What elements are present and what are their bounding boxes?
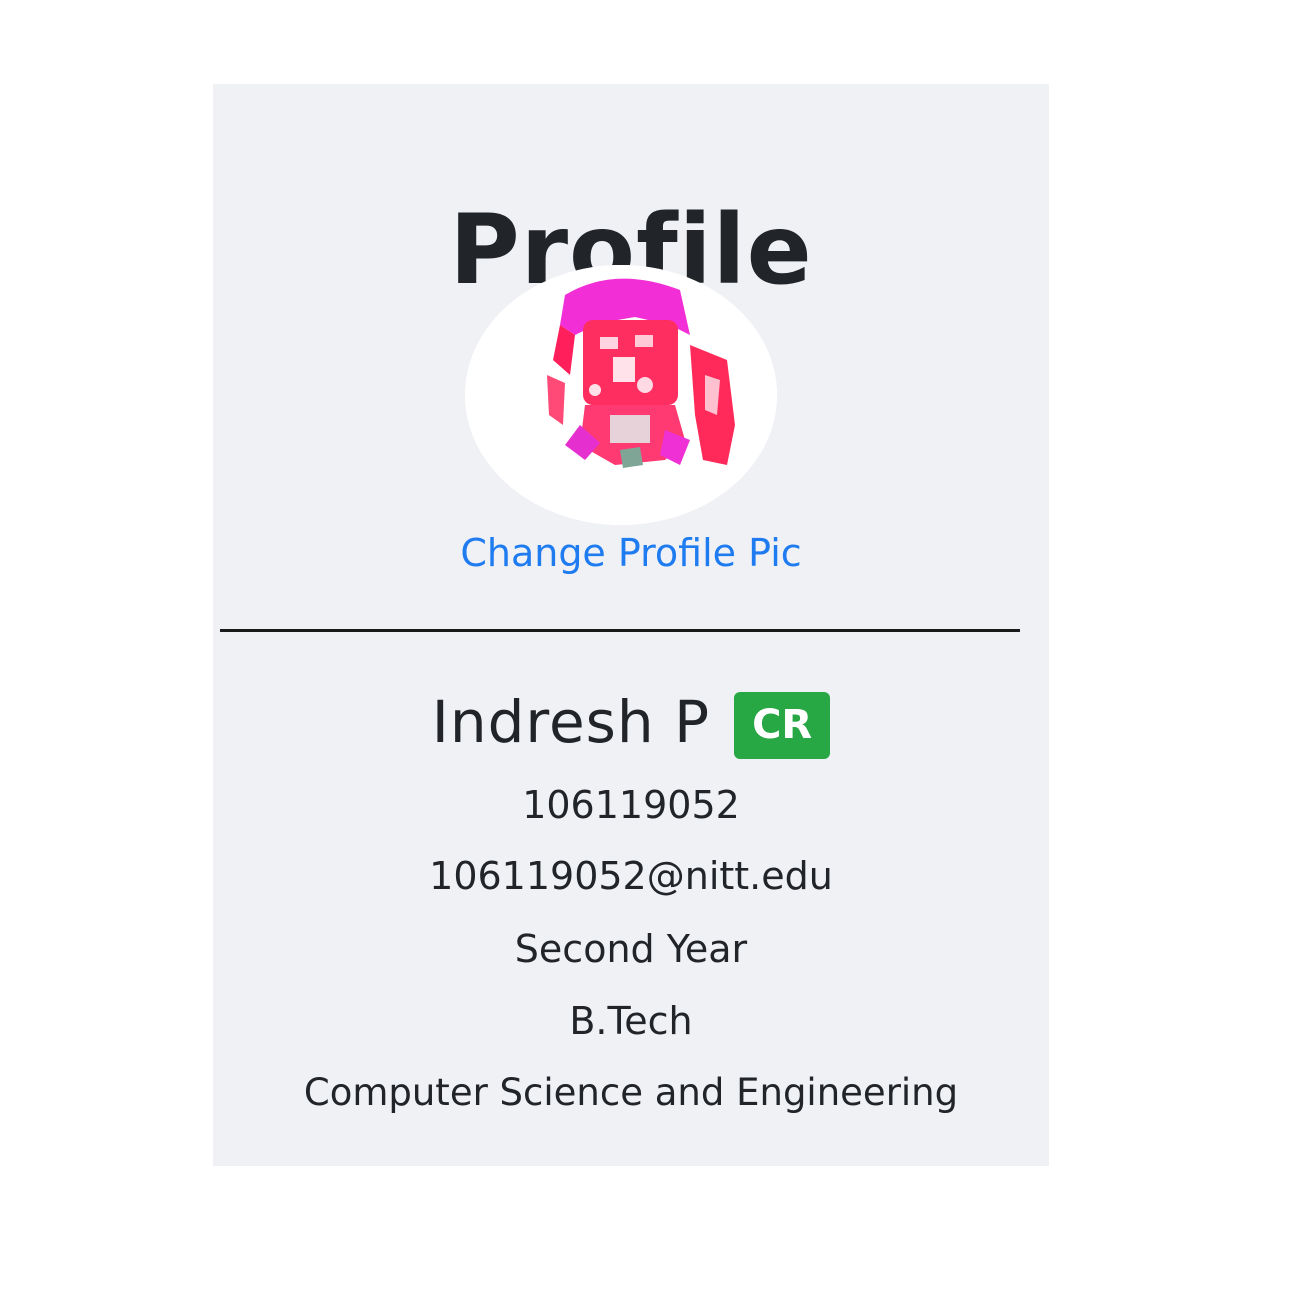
user-name: Indresh P bbox=[431, 687, 711, 756]
divider bbox=[220, 629, 1020, 632]
role-badge: CR bbox=[734, 692, 831, 759]
email-text: 106119052@nitt.edu bbox=[429, 854, 833, 898]
roll-number: 106119052 bbox=[522, 783, 740, 827]
name-row: Indresh P CR bbox=[213, 684, 1049, 759]
avatar-image bbox=[465, 265, 777, 525]
degree-text: B.Tech bbox=[569, 999, 693, 1043]
change-profile-pic-link[interactable]: Change Profile Pic bbox=[213, 534, 1049, 572]
year-text: Second Year bbox=[514, 927, 748, 971]
profile-card: Profile Change Profile Pic Indresh P CR … bbox=[213, 84, 1049, 1166]
department-text: Computer Science and Engineering bbox=[303, 1071, 959, 1114]
avatar bbox=[465, 265, 777, 525]
